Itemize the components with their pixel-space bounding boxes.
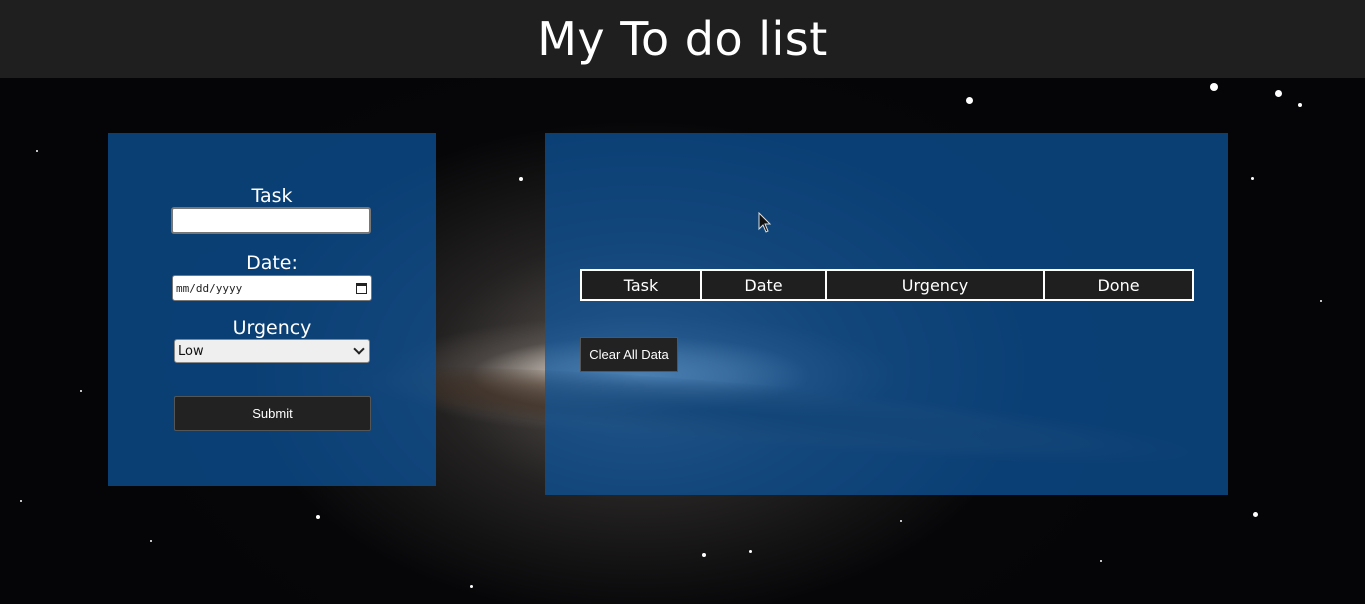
mouse-cursor-icon <box>758 212 772 233</box>
star <box>749 550 752 553</box>
star <box>966 97 973 104</box>
date-placeholder: mm/dd/yyyy <box>176 281 243 295</box>
table-header-row: Task Date Urgency Done <box>580 269 1194 301</box>
submit-button[interactable]: Submit <box>174 396 371 431</box>
star <box>80 390 82 392</box>
column-header-done: Done <box>1043 269 1194 301</box>
task-form-panel: Task Date: mm/dd/yyyy Urgency Low Submit <box>108 133 436 486</box>
page-title: My To do list <box>537 12 828 66</box>
task-list-panel: Task Date Urgency Done Clear All Data <box>545 133 1228 495</box>
star <box>1320 300 1322 302</box>
star <box>470 585 473 588</box>
star <box>1100 560 1102 562</box>
task-table: Task Date Urgency Done <box>580 269 1194 301</box>
urgency-label: Urgency <box>232 317 312 339</box>
star <box>702 553 706 557</box>
page-header: My To do list <box>0 0 1365 78</box>
clear-all-data-button[interactable]: Clear All Data <box>580 337 678 372</box>
date-label: Date: <box>246 252 298 274</box>
date-input[interactable]: mm/dd/yyyy <box>172 275 372 301</box>
star <box>519 177 523 181</box>
star <box>1251 177 1254 180</box>
star <box>1275 90 1282 97</box>
star <box>150 540 152 542</box>
task-label: Task <box>251 185 293 207</box>
calendar-icon[interactable] <box>356 282 367 294</box>
chevron-down-icon <box>353 343 365 355</box>
urgency-selected-value: Low <box>178 343 204 359</box>
column-header-task: Task <box>580 269 702 301</box>
star <box>1253 512 1258 517</box>
star <box>900 520 902 522</box>
column-header-urgency: Urgency <box>825 269 1045 301</box>
star <box>20 500 22 502</box>
star <box>316 515 320 519</box>
task-input[interactable] <box>171 207 371 234</box>
column-header-date: Date <box>700 269 827 301</box>
urgency-select[interactable]: Low <box>174 339 370 363</box>
star <box>1298 103 1302 107</box>
star <box>36 150 38 152</box>
star <box>1210 83 1218 91</box>
